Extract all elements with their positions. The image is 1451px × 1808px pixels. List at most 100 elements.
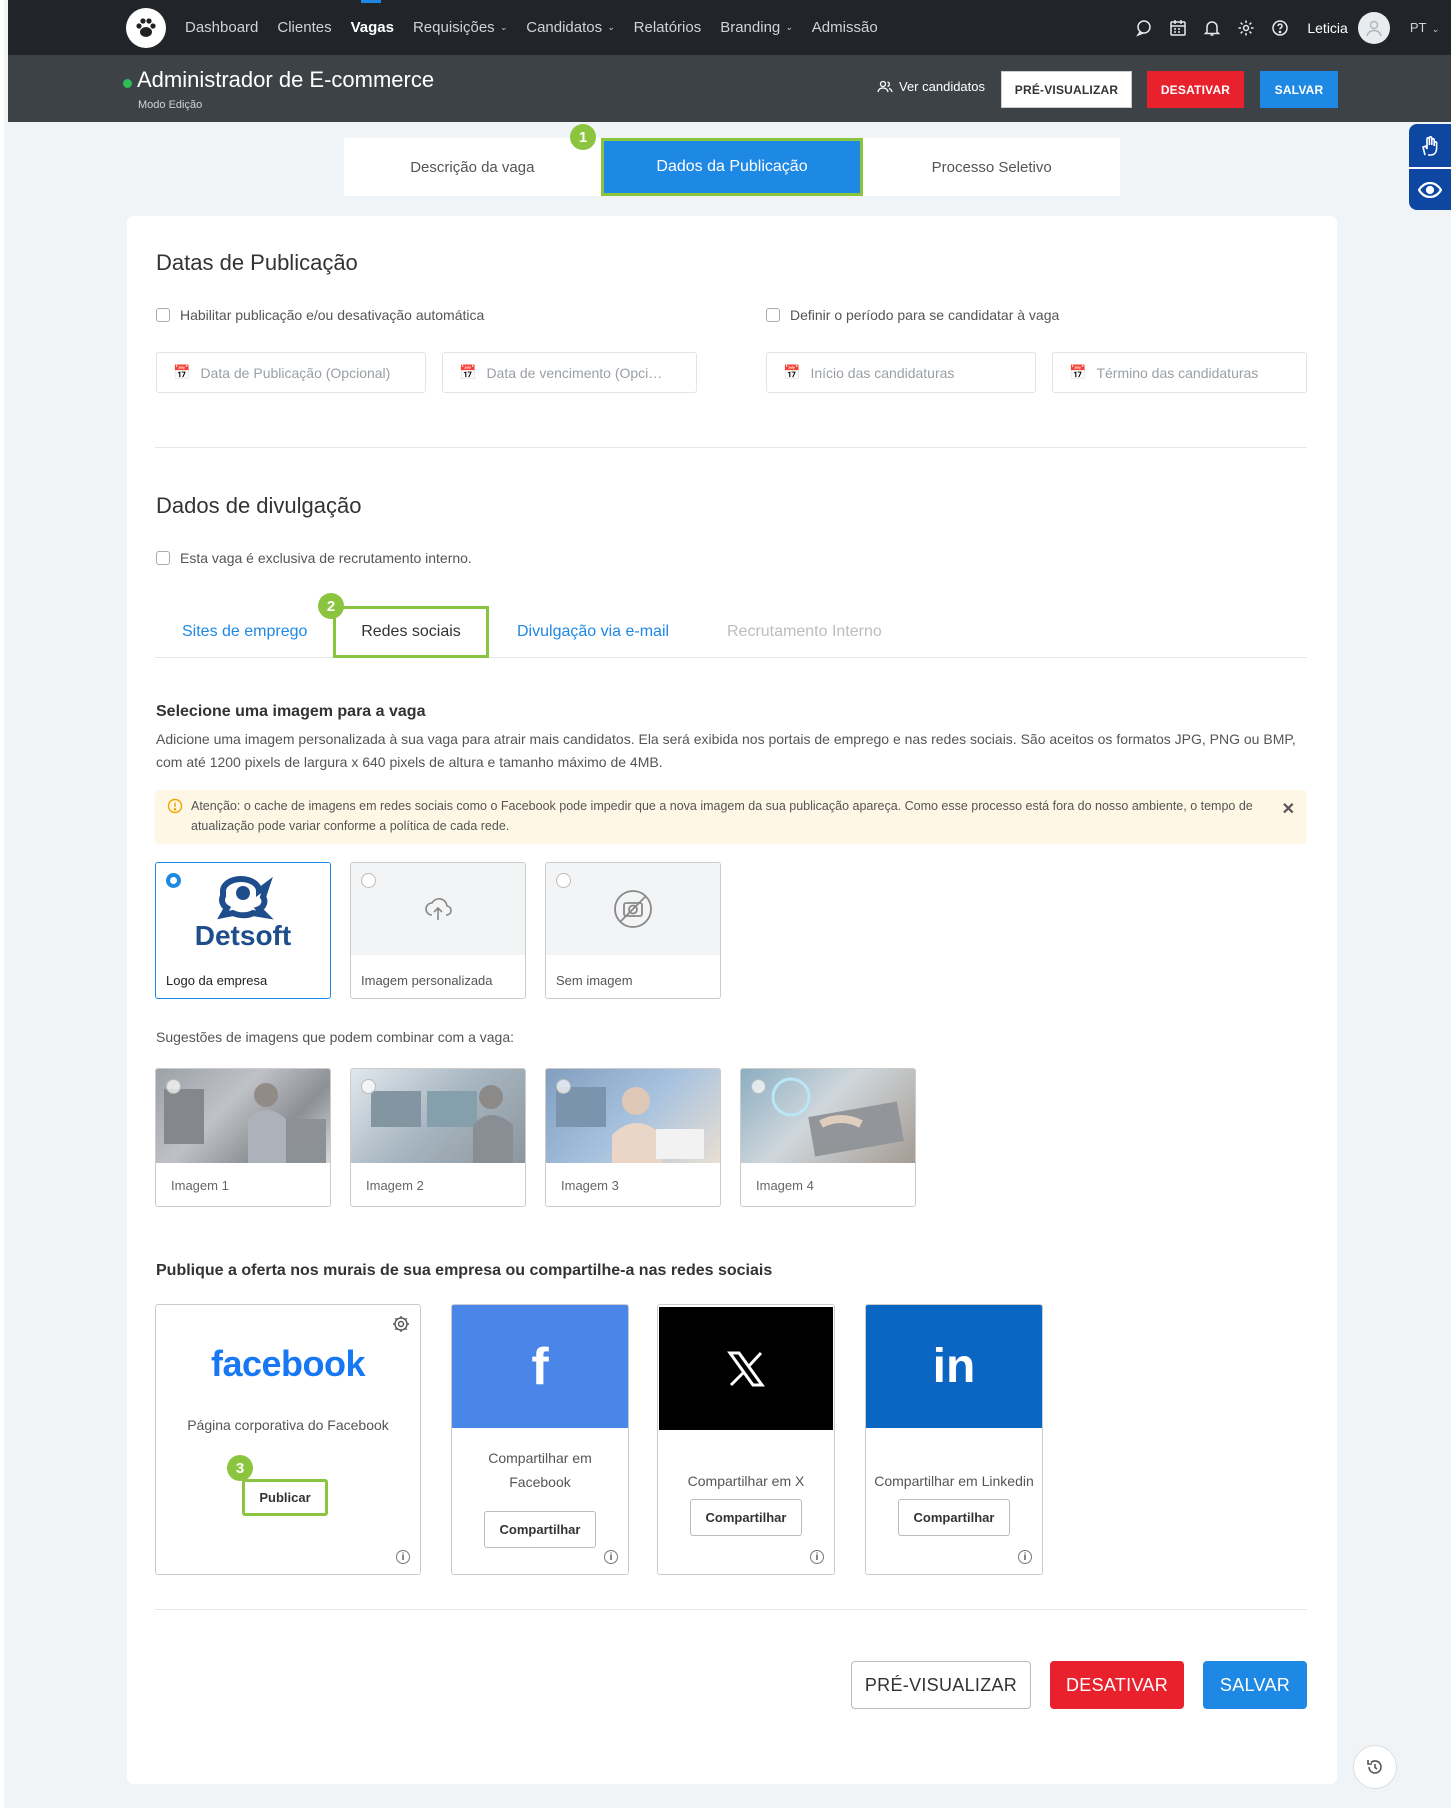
header-preview-button[interactable]: PRÉ-VISUALIZAR [1001, 71, 1132, 108]
publicar-button[interactable]: Publicar [242, 1479, 328, 1516]
suggestion-image-2[interactable]: Imagem 2 [350, 1068, 526, 1207]
social-section-title: Publique a oferta nos murais de sua empr… [156, 1262, 773, 1279]
x-share-button[interactable]: Compartilhar [690, 1499, 802, 1536]
suggestion-label: Imagem 2 [366, 1178, 424, 1193]
suggestion-image-4[interactable]: Imagem 4 [740, 1068, 916, 1207]
subtab-redes-sociais[interactable]: Redes sociais [333, 606, 489, 658]
image-option-label: Logo da empresa [166, 973, 268, 988]
suggestion-image-1[interactable]: Imagem 1 [155, 1068, 331, 1207]
ver-candidatos-label: Ver candidatos [899, 79, 986, 94]
header-deactivate-button[interactable]: DESATIVAR [1147, 71, 1244, 108]
radio[interactable] [556, 873, 571, 888]
start-applications-input[interactable]: 📅 Início das candidaturas [766, 352, 1036, 393]
users-icon [877, 80, 893, 92]
radio[interactable] [166, 1079, 181, 1094]
image-option-logo[interactable]: Detsoft Logo da empresa [155, 862, 331, 999]
calendar-icon[interactable] [1161, 11, 1195, 45]
user-name[interactable]: Leticia [1307, 20, 1347, 36]
language-selector[interactable]: PT ⌄ [1410, 20, 1439, 35]
linkedin-share-card: in Compartilhar em Linkedin Compartilhar… [865, 1304, 1043, 1575]
linkedin-share-button[interactable]: Compartilhar [898, 1499, 1010, 1536]
x-share-caption: Compartilhar em X [687, 1473, 805, 1489]
radio[interactable] [556, 1079, 571, 1094]
subtab-sites-emprego[interactable]: Sites de emprego [182, 606, 307, 658]
checkbox-box[interactable] [156, 551, 170, 565]
facebook-wordmark: facebook [210, 1343, 366, 1384]
company-logo: Detsoft [156, 863, 330, 955]
nav-relatorios[interactable]: Relatórios [634, 19, 702, 36]
info-icon[interactable]: i [1018, 1550, 1032, 1564]
radio[interactable] [361, 1079, 376, 1094]
language-label: PT [1409, 20, 1427, 35]
top-navbar: Dashboard Clientes Vagas Requisições ⌄ Ca… [8, 0, 1451, 55]
close-icon[interactable]: ✕ [1282, 800, 1295, 820]
radio[interactable] [361, 873, 376, 888]
sign-language-icon[interactable] [1409, 124, 1451, 167]
publication-date-input[interactable]: 📅 Data de Publicação (Opcional) [156, 352, 426, 393]
calendar-icon: 📅 [1069, 364, 1087, 380]
suggestion-image-3[interactable]: Imagem 3 [545, 1068, 721, 1207]
bell-icon[interactable] [1195, 11, 1229, 45]
end-applications-input[interactable]: 📅 Término das candidaturas [1052, 352, 1307, 393]
header-save-button[interactable]: SALVAR [1260, 71, 1338, 108]
end-applications-placeholder: Término das candidaturas [1096, 364, 1259, 381]
facebook-share-button[interactable]: Compartilhar [484, 1511, 596, 1548]
expiry-date-placeholder: Data de vencimento (Opci… [486, 364, 663, 381]
image-option-custom[interactable]: Imagem personalizada [350, 862, 526, 999]
radio[interactable] [751, 1079, 766, 1094]
suggestion-photo [156, 1069, 330, 1163]
footer-save-button[interactable]: SALVAR [1203, 1661, 1307, 1709]
nav-candidatos[interactable]: Candidatos ⌄ [526, 19, 614, 36]
subtab-divulgacao-email[interactable]: Divulgação via e-mail [517, 606, 669, 658]
suggestion-photo [351, 1069, 525, 1163]
nav-candidatos-label: Candidatos [526, 19, 603, 36]
main-tabs: Descrição da vaga Dados da Publicação Pr… [344, 138, 1120, 196]
nav-vagas[interactable]: Vagas [351, 0, 394, 36]
cloud-upload-icon [425, 898, 452, 920]
gear-icon[interactable] [392, 1315, 410, 1338]
image-option-label: Imagem personalizada [361, 973, 493, 988]
chat-icon[interactable] [1127, 11, 1161, 45]
x-share-card: Compartilhar em X Compartilhar i [657, 1304, 835, 1575]
image-option-none[interactable]: Sem imagem [545, 862, 721, 999]
nav-branding[interactable]: Branding ⌄ [720, 19, 793, 36]
eye-icon[interactable] [1409, 167, 1451, 210]
checkbox-box[interactable] [766, 308, 780, 322]
tab-descricao[interactable]: Descrição da vaga [344, 138, 601, 196]
nav-dashboard[interactable]: Dashboard [185, 19, 258, 36]
history-icon[interactable] [1353, 1745, 1397, 1789]
radio-selected[interactable] [166, 873, 181, 888]
calendar-icon: 📅 [173, 364, 191, 380]
nav-requisicoes[interactable]: Requisições ⌄ [413, 19, 507, 36]
chevron-down-icon: ⌄ [1431, 24, 1439, 34]
checkbox-box[interactable] [156, 308, 170, 322]
paw-logo-icon[interactable] [126, 8, 166, 48]
page-title: Administrador de E-commerce [137, 67, 435, 92]
ver-candidatos-link[interactable]: Ver candidatos [877, 79, 985, 94]
period-checkbox[interactable]: Definir o período para se candidatar à v… [766, 307, 1059, 323]
logo-text: Detsoft [195, 920, 291, 951]
info-icon[interactable]: i [810, 1550, 824, 1564]
info-icon[interactable]: i [604, 1550, 618, 1564]
step-badge-3: 3 [227, 1455, 253, 1481]
tab-processo-seletivo[interactable]: Processo Seletivo [863, 138, 1120, 196]
footer-deactivate-button[interactable]: DESATIVAR [1050, 1661, 1184, 1709]
tab-dados-publicacao[interactable]: Dados da Publicação [600, 138, 864, 196]
help-icon[interactable] [1263, 11, 1297, 45]
divider [155, 1609, 1307, 1610]
cache-alert: Atenção: o cache de imagens em redes soc… [155, 790, 1307, 844]
nav-admissao[interactable]: Admissão [812, 19, 878, 36]
no-image-icon [614, 890, 652, 928]
nav-clientes[interactable]: Clientes [277, 19, 331, 36]
image-option-label: Sem imagem [556, 973, 633, 988]
subtab-recrutamento-interno[interactable]: Recrutamento Interno [727, 606, 882, 658]
internal-recruitment-checkbox[interactable]: Esta vaga é exclusiva de recrutamento in… [156, 550, 472, 566]
info-icon[interactable]: i [396, 1550, 410, 1564]
period-label: Definir o período para se candidatar à v… [790, 307, 1060, 323]
auto-publish-checkbox[interactable]: Habilitar publicação e/ou desativação au… [156, 307, 484, 323]
footer-preview-button[interactable]: PRÉ-VISUALIZAR [851, 1661, 1031, 1709]
status-dot [123, 79, 132, 88]
expiry-date-input[interactable]: 📅 Data de vencimento (Opci… [442, 352, 697, 393]
avatar[interactable] [1357, 11, 1390, 44]
gear-icon[interactable] [1229, 11, 1263, 45]
